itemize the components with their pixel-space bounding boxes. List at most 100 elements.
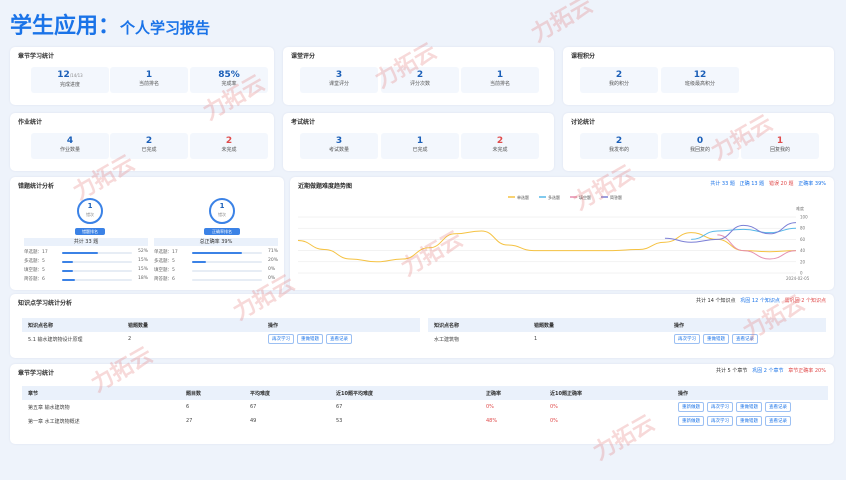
discussion-card: 讨论统计 2 我发布的 0 我回复的 1 回复我的 — [563, 113, 834, 171]
relearn-button[interactable]: 再次学习 — [268, 334, 294, 344]
progress-bar — [62, 261, 132, 263]
watermark: 力拓云 — [527, 0, 598, 48]
col-header: 近10题平均难度 — [330, 386, 480, 400]
page-subtitle: 个人学习报告 — [120, 19, 211, 37]
type-label: 简答题：6 — [24, 277, 45, 282]
chapter-avg: 67 — [250, 404, 257, 410]
type-pct: 0% — [268, 267, 276, 272]
page-title: 学生应用： — [10, 14, 121, 39]
knowledge-card: 知识点学习统计分析 共计 14 个知识点 巩固 12 个知识点 需巩固 2 个知… — [10, 294, 834, 358]
type-pct: 18% — [138, 276, 149, 281]
trend-chart: 单选题 多选题 填空题 简答题 0 20 40 60 80 100 难度 2024-02-05 — [297, 194, 810, 281]
chapter-recent-avg: 67 — [336, 404, 343, 410]
wrong-rank-circle: 1 错次 — [77, 198, 103, 224]
stat-progress: 12/14/13 完成进度 — [31, 67, 109, 93]
stat-hw-todo: 2 未完成 — [190, 133, 268, 159]
col-header: 正确率 — [480, 386, 544, 400]
y-tick-label: 60 — [800, 237, 806, 242]
kp-count: 1 — [534, 336, 538, 342]
progress-fill — [192, 261, 206, 263]
correct-total-label: 总正确率 39% — [154, 238, 278, 246]
card-title: 讨论统计 — [571, 119, 596, 126]
y-tick-label: 0 — [800, 271, 803, 276]
page-header: 学生应用： 个人学习报告 — [10, 8, 211, 39]
type-pct: 52% — [138, 249, 149, 254]
progress-fill — [62, 261, 73, 263]
relearn-button[interactable]: 再次学习 — [707, 402, 733, 412]
col-header: 题目数 — [180, 386, 244, 400]
y-tick-label: 40 — [800, 248, 806, 253]
stat-max-points: 12 班级最高积分 — [661, 67, 739, 93]
stat-replied: 0 我回复的 — [661, 133, 739, 159]
col-header: 知识点名称 — [428, 318, 528, 332]
chapter-table: 章节 题目数 平均难度 近10题平均难度 正确率 近10题正确率 操作 第五章 … — [22, 386, 828, 428]
type-label: 多选题：5 — [24, 259, 45, 264]
col-header: 错题数量 — [528, 318, 668, 332]
series-line — [717, 234, 797, 260]
progress-bar — [192, 261, 262, 263]
progress-fill — [62, 270, 73, 272]
view-record-button[interactable]: 查看记录 — [765, 416, 791, 426]
stat-posted: 2 我发布的 — [580, 133, 658, 159]
y-tick-label: 20 — [800, 259, 806, 264]
view-record-button[interactable]: 查看记录 — [732, 334, 758, 344]
kp-count: 2 — [128, 336, 132, 342]
correct-rank-circle: 1 错次 — [209, 198, 235, 224]
col-header: 章节 — [22, 386, 180, 400]
redo-wrong-button[interactable]: 重做错题 — [736, 402, 762, 412]
legend-label: 填空题 — [579, 194, 591, 200]
chapter-solid: 巩固 2 个章节 — [752, 368, 784, 374]
relearn-button[interactable]: 再次学习 — [674, 334, 700, 344]
redo-wrong-button[interactable]: 重做错题 — [703, 334, 729, 344]
correct-rank-badge: 正确率排名 — [204, 228, 240, 235]
col-header: 平均难度 — [244, 386, 330, 400]
wrong-total-label: 共计 33 题 — [24, 238, 148, 246]
type-label: 简答题：6 — [154, 277, 175, 282]
col-header: 近10题正确率 — [544, 386, 672, 400]
knowledge-table-right: 知识点名称 错题数量 操作 水工建筑物 1 再次学习 重做错题 查看记录 — [428, 318, 826, 346]
stat-rank: 1 当前排名 — [110, 67, 188, 93]
stat-score-count: 2 评分次数 — [381, 67, 459, 93]
redo-questions-button[interactable]: 重新做题 — [678, 416, 704, 426]
exam-card: 考试统计 3 考试数量 1 已完成 2 未完成 — [283, 113, 554, 171]
table-row: 水工建筑物 1 再次学习 重做错题 查看记录 — [428, 332, 826, 346]
stat-complete-rate: 85% 完成率 — [190, 67, 268, 93]
col-header: 错题数量 — [122, 318, 262, 332]
chapter-rate-cell: 48% — [486, 418, 498, 424]
col-header: 操作 — [668, 318, 826, 332]
relearn-button[interactable]: 再次学习 — [707, 416, 733, 426]
stat-hw-done: 2 已完成 — [110, 133, 188, 159]
table-row: 第一章 水工建筑物概述 27 49 53 48% 0% 重新做题 再次学习 重做错题… — [22, 414, 828, 428]
knowledge-need: 需巩固 2 个知识点 — [784, 298, 826, 304]
stat-reply-me: 1 回复我的 — [741, 133, 819, 159]
type-pct: 15% — [138, 267, 149, 272]
redo-questions-button[interactable]: 重新做题 — [678, 402, 704, 412]
col-header: 知识点名称 — [22, 318, 122, 332]
progress-fill — [62, 252, 99, 254]
chapter-total: 共计 5 个章节 — [715, 368, 748, 374]
redo-wrong-button[interactable]: 重做错题 — [736, 416, 762, 426]
y-axis-label: 难度 — [796, 205, 804, 211]
stat-exam-todo: 2 未完成 — [461, 133, 539, 159]
type-pct: 15% — [138, 258, 149, 263]
knowledge-total: 共计 14 个知识点 — [695, 298, 736, 304]
chapter-avg: 49 — [250, 418, 257, 424]
course-points-card: 课程积分 2 我的积分 12 班级最高积分 — [563, 47, 834, 105]
progress-fill — [62, 279, 75, 281]
chapter-study-card: 章节学习统计 共计 5 个章节 巩固 2 个章节 章节正确率 20% 章节 题目… — [10, 364, 834, 444]
type-pct: 71% — [268, 249, 279, 254]
redo-wrong-button[interactable]: 重做错题 — [297, 334, 323, 344]
card-title: 考试统计 — [291, 119, 316, 126]
view-record-button[interactable]: 查看记录 — [765, 402, 791, 412]
wrong-stats-card: 错题统计分析 1 错次 错题排名 共计 33 题 1 错次 正确率排名 总正确率… — [10, 177, 284, 290]
chapter-count: 6 — [186, 404, 190, 410]
progress-bar — [192, 252, 262, 254]
col-header: 操作 — [672, 386, 828, 400]
view-record-button[interactable]: 查看记录 — [326, 334, 352, 344]
chapter-name: 第一章 水工建筑物概述 — [28, 418, 80, 425]
card-title: 章节学习统计 — [18, 370, 55, 377]
chapter-rate: 章节正确率 20% — [788, 368, 826, 374]
x-tick-label: 2024-02-05 — [786, 276, 810, 281]
progress-bar — [62, 270, 132, 272]
card-title: 课堂评分 — [291, 53, 316, 60]
